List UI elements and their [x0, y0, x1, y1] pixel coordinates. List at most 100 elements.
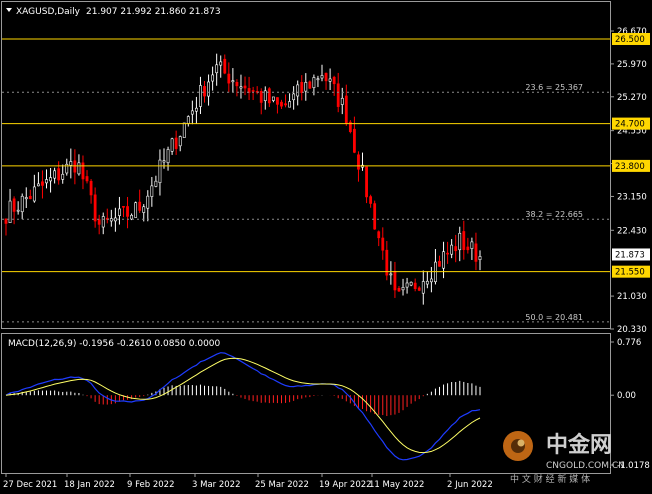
date-tick-label: 25 Mar 2022	[255, 480, 309, 490]
candle-body	[190, 110, 194, 115]
candle-body	[41, 181, 44, 186]
date-tick-label: 19 Apr 2022	[319, 480, 372, 490]
date-tick-label: 11 May 2022	[369, 480, 424, 490]
watermark-tagline: 中 文 财 经 新 媒 体	[510, 473, 590, 485]
candle-body	[296, 84, 300, 97]
candle-body	[312, 77, 316, 88]
candle-body	[413, 282, 417, 289]
date-tick-label: 9 Feb 2022	[127, 480, 175, 490]
candle-body	[462, 231, 466, 250]
candle-body	[215, 64, 219, 74]
candle-body	[304, 82, 308, 92]
candle-body	[438, 260, 441, 267]
candle-body	[203, 86, 206, 97]
candle-body	[340, 97, 344, 105]
candle-body	[421, 281, 425, 294]
ohlc-readout: 21.907 21.992 21.860 21.873	[86, 7, 221, 17]
date-tick-label: 2 Jun 2022	[447, 480, 493, 490]
candle-body	[85, 176, 89, 182]
candle-body	[53, 170, 57, 179]
candle-body	[89, 180, 93, 196]
candle-body	[211, 74, 215, 82]
candle-body	[466, 246, 470, 251]
candle-body	[235, 81, 239, 87]
candle-body	[308, 81, 312, 89]
candle-body	[409, 281, 413, 286]
watermark-brand: 中金网	[546, 432, 612, 458]
trading-chart[interactable]: 23.6 = 25.36738.2 = 22.66550.0 = 20.481 …	[0, 0, 652, 494]
macd-label: MACD(12,26,9) -0.1956 -0.2610 0.0850 0.0…	[8, 339, 221, 349]
candle-body	[170, 138, 174, 152]
price-tick-label: 22.430	[617, 226, 647, 236]
candle-body	[353, 128, 356, 153]
candle-body	[77, 162, 81, 175]
candle-body	[8, 200, 12, 224]
candle-body	[381, 237, 385, 251]
candle-body	[81, 162, 85, 180]
candle-body	[97, 219, 101, 225]
candle-body	[324, 72, 328, 82]
fib-level-label: 50.0 = 20.481	[525, 313, 583, 322]
candle-body	[223, 58, 227, 74]
price-tick-label: 25.270	[617, 93, 647, 103]
fib-level-label: 38.2 = 22.665	[525, 210, 583, 219]
candle-body	[259, 91, 263, 103]
candle-body	[280, 101, 283, 107]
candle-body	[365, 166, 368, 198]
candle-body	[425, 280, 429, 285]
candle-body	[328, 78, 332, 82]
candle-body	[207, 81, 210, 97]
candle-body	[393, 271, 397, 291]
price-tick-label: 21.030	[617, 292, 647, 302]
candle-body	[142, 206, 146, 213]
candle-body	[251, 90, 255, 92]
candle-body	[288, 101, 291, 108]
candle-body	[126, 206, 129, 217]
level-price-tag-label: 23.800	[615, 162, 645, 172]
current-price-label: 21.873	[615, 250, 645, 260]
candle-body	[458, 232, 462, 251]
candle-body	[195, 107, 198, 112]
candle-body	[231, 80, 235, 83]
date-tick-label: 3 Mar 2022	[192, 480, 240, 490]
candle-body	[150, 185, 154, 197]
candle-body	[20, 195, 24, 213]
candle-body	[24, 197, 28, 200]
candle-body	[454, 246, 458, 252]
candle-body	[332, 76, 336, 85]
candle-body	[73, 160, 77, 173]
candle-body	[450, 244, 454, 255]
price-tick-label: 25.970	[617, 60, 647, 70]
candle-body	[186, 116, 190, 124]
candle-body	[134, 202, 138, 218]
macd-tick-label: 0.00	[617, 391, 636, 401]
candle-body	[12, 198, 16, 212]
candle-body	[478, 256, 482, 260]
candle-body	[113, 217, 117, 222]
candle-body	[373, 203, 377, 230]
candle-body	[69, 161, 73, 166]
candle-body	[166, 149, 170, 164]
candle-body	[239, 86, 243, 89]
candle-body	[101, 216, 105, 228]
candle-body	[369, 196, 373, 204]
candle-body	[320, 75, 324, 79]
candle-body	[174, 137, 178, 149]
candle-body	[146, 195, 150, 209]
candle-body	[271, 96, 275, 101]
candle-body	[336, 83, 340, 107]
candle-body	[357, 154, 360, 170]
candle-body	[276, 97, 279, 105]
candle-body	[49, 177, 52, 182]
level-price-tag-label: 24.700	[615, 120, 645, 130]
candle-body	[45, 179, 48, 184]
candle-body	[474, 243, 478, 262]
candle-body	[158, 159, 162, 184]
price-tick-label: 23.150	[617, 192, 647, 202]
candle-body	[389, 273, 393, 276]
candle-body	[405, 282, 409, 288]
candle-body	[130, 214, 133, 220]
candle-body	[61, 173, 65, 180]
candle-body	[178, 136, 182, 147]
candle-body	[154, 180, 158, 187]
